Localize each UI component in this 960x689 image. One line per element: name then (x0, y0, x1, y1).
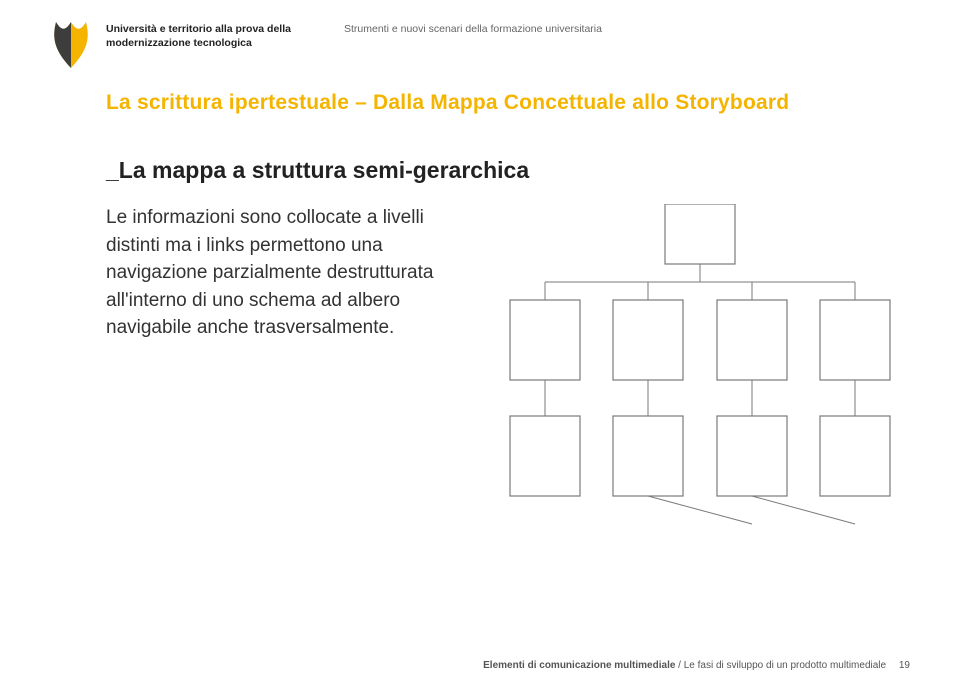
logo-icon (50, 20, 92, 75)
header-left: Università e territorio alla prova della… (106, 22, 316, 50)
page-title: La scrittura ipertestuale – Dalla Mappa … (106, 91, 910, 115)
footer: Elementi di comunicazione multimediale /… (483, 660, 910, 671)
page-subtitle: _La mappa a struttura semi-gerarchica (106, 157, 910, 184)
header-right: Strumenti e nuovi scenari della formazio… (344, 22, 602, 35)
body-paragraph: Le informazioni sono collocate a livelli… (106, 204, 460, 342)
tree-diagram (490, 204, 910, 559)
slide-page: Università e territorio alla prova della… (0, 0, 960, 689)
header: Università e territorio alla prova della… (50, 20, 910, 75)
header-left-line1: Università e territorio alla prova della (106, 23, 291, 35)
content-row: Le informazioni sono collocate a livelli… (106, 204, 910, 559)
page-number: 19 (899, 660, 910, 671)
footer-rest: / Le fasi di sviluppo di un prodotto mul… (675, 660, 886, 671)
header-left-line2: modernizzazione tecnologica (106, 37, 252, 49)
footer-bold: Elementi di comunicazione multimediale (483, 660, 675, 671)
header-text-group: Università e territorio alla prova della… (106, 20, 602, 50)
